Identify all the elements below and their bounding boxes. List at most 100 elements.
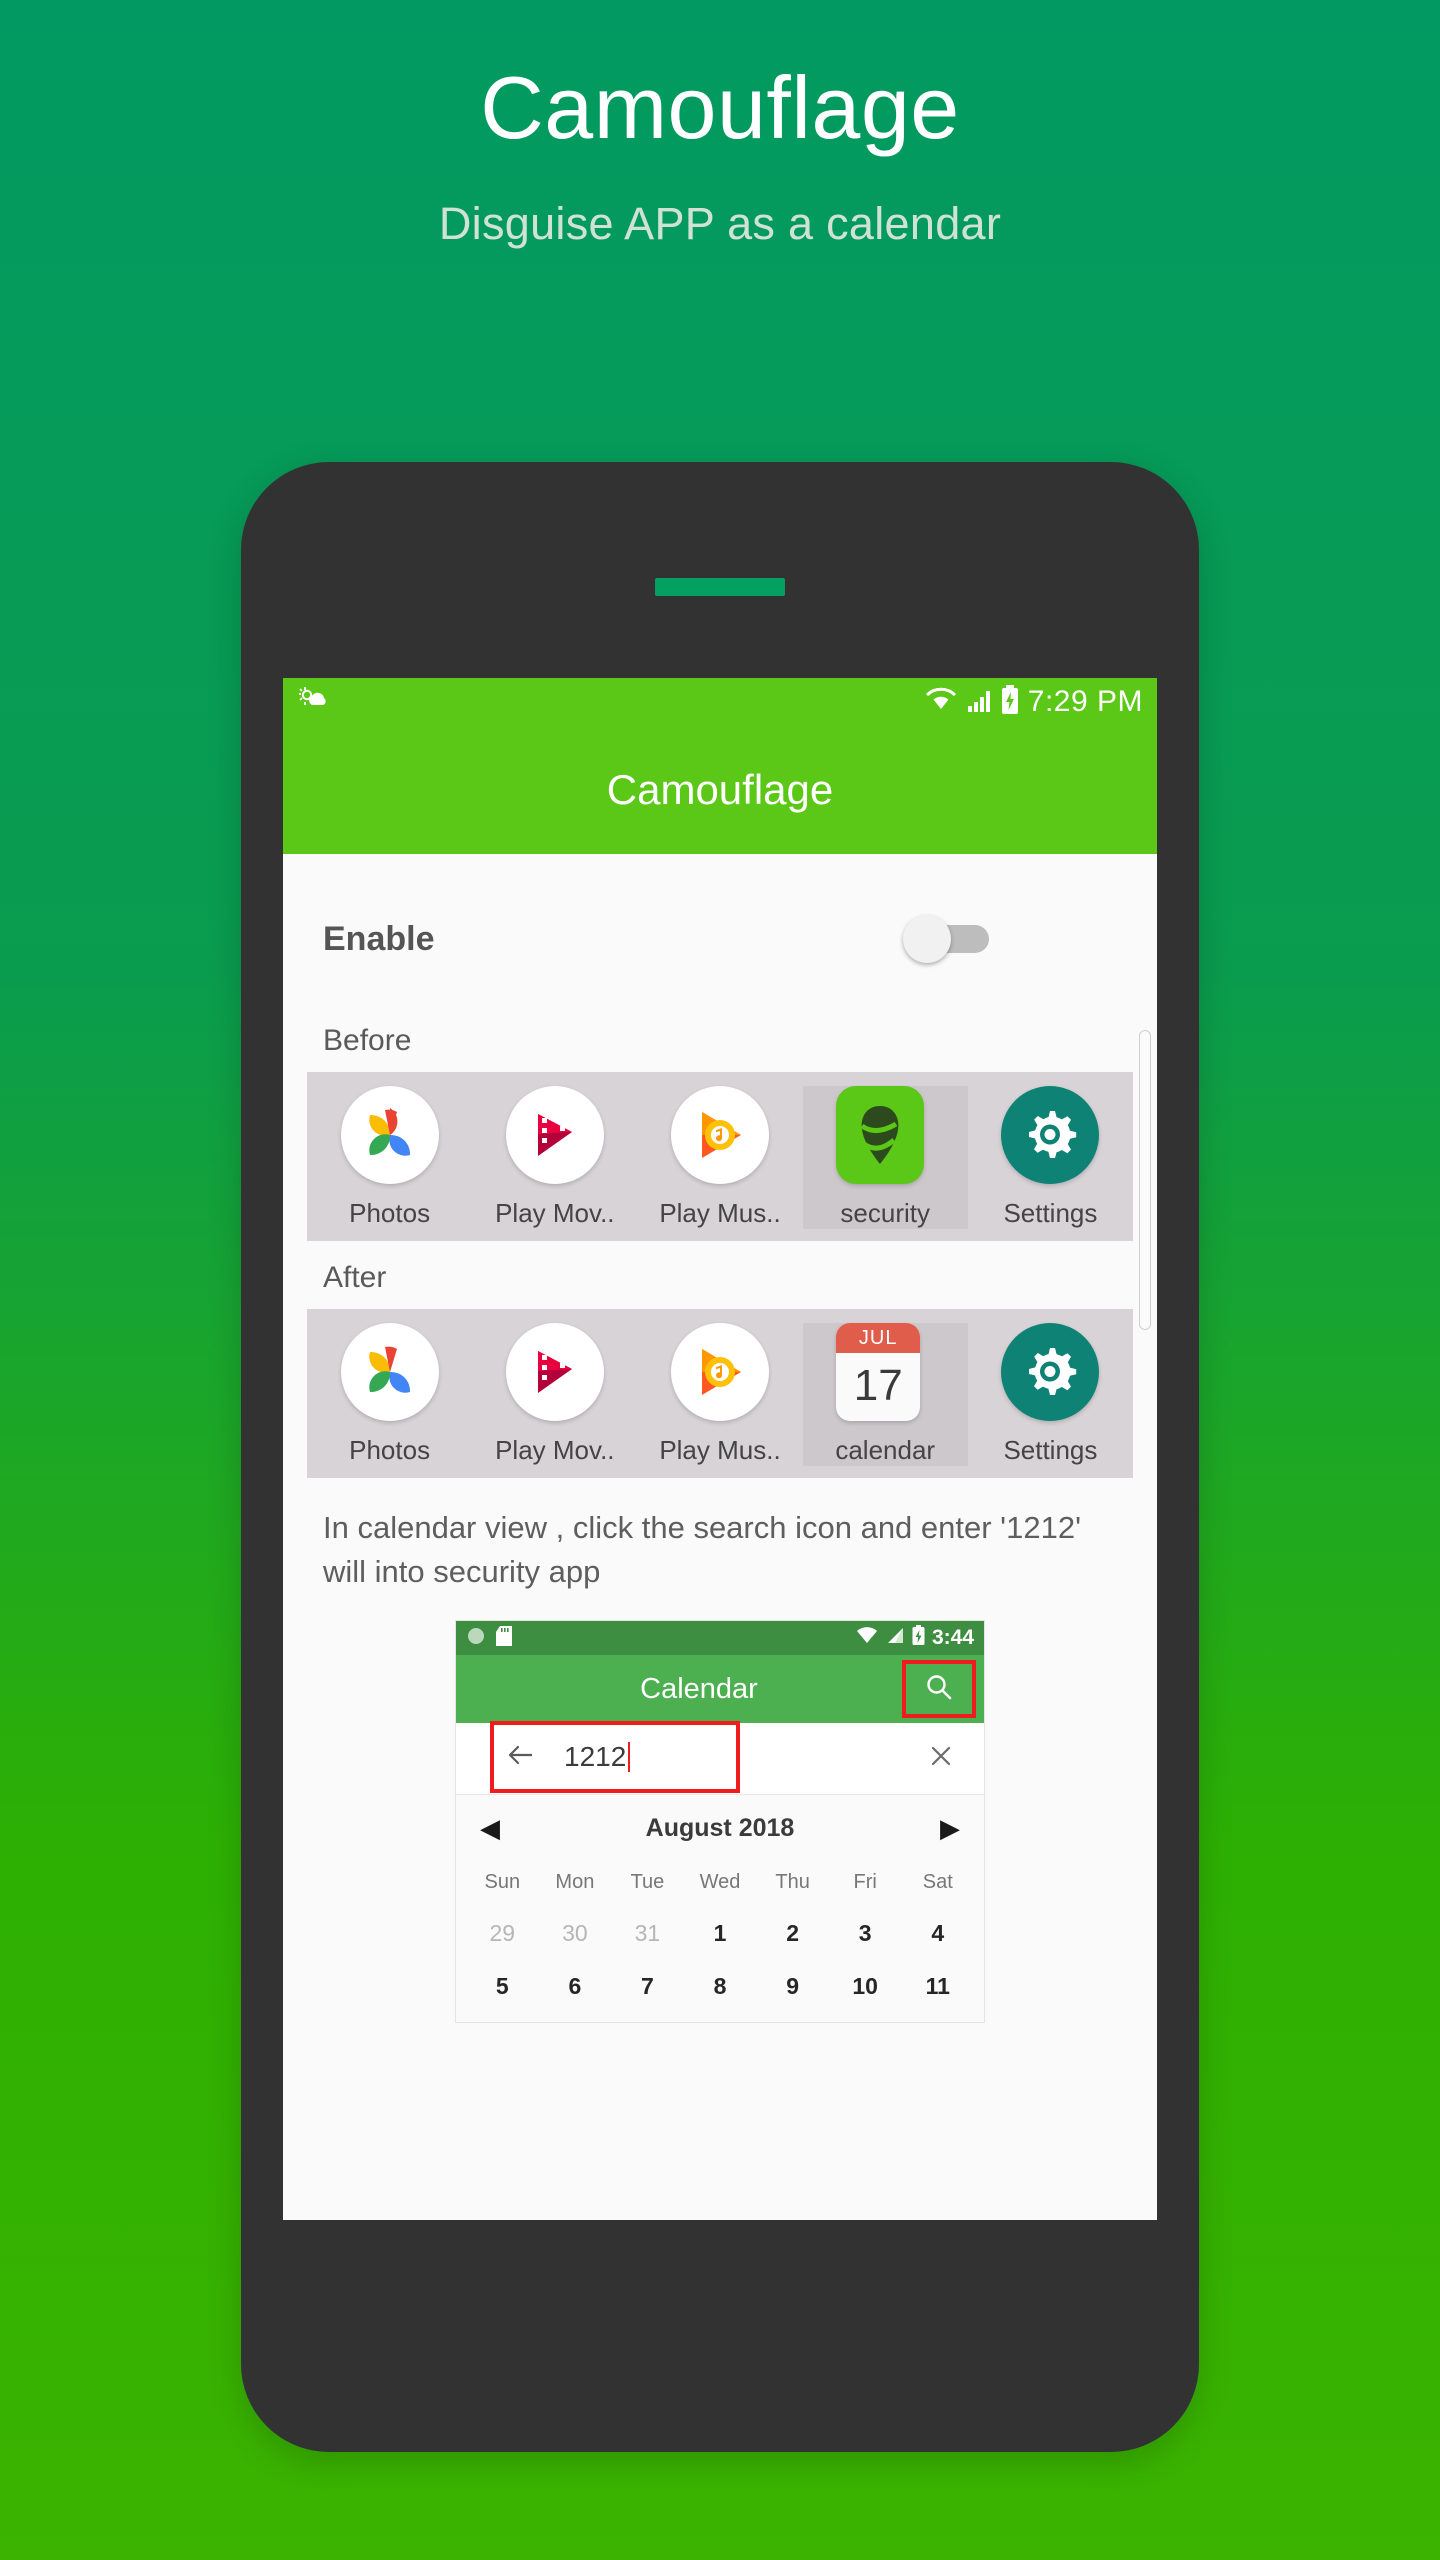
security-app-icon [836,1086,934,1184]
cellular-signal-icon [886,1626,905,1650]
app-tile-settings-after[interactable]: Settings [968,1323,1133,1466]
calendar-week-row: 29 30 31 1 2 3 4 [456,1920,984,1947]
status-bar-time: 7:29 PM [1027,685,1143,718]
app-tile-calendar-after[interactable]: JUL 17 calendar [802,1323,968,1466]
app-tile-label: Play Mov.. [495,1435,615,1465]
circle-indicator-icon [466,1626,486,1651]
month-navigation: ◀ August 2018 ▶ [456,1795,984,1861]
weekday-label: Tue [630,1871,665,1894]
calendar-day-cell[interactable]: 6 [539,1973,612,2000]
weekday-label: Sun [484,1871,521,1894]
android-status-bar: 7:29 PM [283,678,1157,726]
cellular-signal-icon [966,687,992,718]
enable-row[interactable]: Enable [283,854,1157,1024]
app-tile-label: security [840,1198,930,1228]
calendar-day-cell[interactable]: 4 [901,1920,974,1947]
app-bar: Camouflage [283,726,1157,854]
hero-banner: Camouflage Disguise APP as a calendar [0,0,1440,250]
app-tile-play-music-after[interactable]: Play Mus.. [637,1323,802,1466]
wifi-off-icon [855,1626,879,1650]
calendar-day-cell[interactable]: 5 [466,1973,539,2000]
calendar-day-cell[interactable]: 7 [611,1973,684,2000]
app-tile-label: Photos [349,1435,431,1465]
toggle-thumb [903,915,951,963]
month-title: August 2018 [645,1813,795,1842]
calendar-day-cell[interactable]: 3 [829,1920,902,1947]
weekday-label: Mon [555,1871,595,1894]
calendar-day-cell[interactable]: 11 [901,1973,974,2000]
calendar-month-label: JUL [836,1323,921,1353]
triangle-right-icon[interactable]: ▶ [940,1815,960,1841]
scrollbar[interactable] [1139,1030,1151,1330]
app-tile-label: calendar [835,1435,936,1465]
calendar-day-cell[interactable]: 10 [829,1973,902,2000]
calendar-day-label: 17 [853,1361,903,1410]
app-content: Enable Before Photos Play Mov.. Play Mus… [283,854,1157,2220]
settings-gear-icon [1001,1086,1100,1184]
sd-card-icon [496,1625,512,1651]
battery-charging-icon [1001,684,1019,720]
calendar-day-cell[interactable]: 29 [466,1920,539,1947]
page-subtitle: Disguise APP as a calendar [438,198,1002,250]
close-icon[interactable] [928,1743,954,1774]
calendar-day-cell[interactable]: 30 [539,1920,612,1947]
enable-label: Enable [323,919,435,958]
google-play-movies-icon [505,1086,604,1184]
search-icon-highlight[interactable] [902,1660,976,1719]
app-tile-security-before[interactable]: security [802,1086,968,1229]
weekday-label: Fri [853,1871,877,1894]
app-tile-photos-after[interactable]: Photos [307,1323,472,1466]
inner-search-row: 1212 [456,1721,984,1796]
app-tile-label: Play Mov.. [495,1198,615,1228]
app-tile-play-movies-after[interactable]: Play Mov.. [472,1323,637,1466]
phone-screen: 7:29 PM Camouflage Enable Before Photos … [283,678,1157,2220]
page-title: Camouflage [480,58,960,157]
search-input[interactable]: 1212 [564,1741,626,1773]
app-tile-label: Settings [1003,1198,1098,1228]
before-icon-strip: Photos Play Mov.. Play Mus.. security Se… [307,1072,1133,1241]
phone-mockup: 7:29 PM Camouflage Enable Before Photos … [241,462,1199,2452]
calendar-day-cell[interactable]: 31 [611,1920,684,1947]
app-tile-label: Settings [1003,1435,1098,1465]
weekday-label: Thu [775,1871,810,1894]
app-tile-settings-before[interactable]: Settings [968,1086,1133,1229]
google-play-movies-icon [505,1323,604,1421]
text-caret [628,1742,631,1773]
before-section-label: Before [323,1024,412,1057]
phone-speaker [655,578,785,596]
google-play-music-icon [671,1086,769,1184]
app-tile-label: Play Mus.. [659,1198,781,1228]
inner-status-time: 3:44 [931,1626,974,1650]
app-tile-play-movies-before[interactable]: Play Mov.. [472,1086,637,1229]
google-photos-icon [340,1323,439,1421]
weekday-label: Wed [699,1871,741,1894]
calendar-day-cell[interactable]: 1 [684,1920,757,1947]
inner-status-bar: 3:44 [456,1621,984,1656]
app-tile-play-music-before[interactable]: Play Mus.. [637,1086,802,1229]
app-tile-photos-before[interactable]: Photos [307,1086,472,1229]
calendar-day-cell[interactable]: 9 [756,1973,829,2000]
arrow-left-icon[interactable] [506,1742,536,1773]
inner-app-bar-title: Calendar [640,1672,758,1705]
weather-sun-cloud-icon [298,685,329,720]
google-photos-icon [340,1086,439,1184]
calendar-day-cell[interactable]: 2 [756,1920,829,1947]
triangle-left-icon[interactable]: ◀ [480,1815,500,1841]
calendar-icon: JUL 17 [836,1323,934,1421]
inner-app-bar: Calendar [456,1655,984,1724]
enable-toggle[interactable] [903,915,989,963]
app-bar-title: Camouflage [606,766,834,813]
app-tile-label: Photos [349,1198,431,1228]
calendar-day-cell[interactable]: 8 [684,1973,757,2000]
search-icon[interactable] [924,1672,954,1707]
calendar-screenshot: 3:44 Calendar 1212 ◀ August 2018 ▶ Sun M… [455,1620,985,2024]
instruction-note: In calendar view , click the search icon… [323,1510,1081,1590]
battery-charging-icon [912,1625,925,1651]
search-field-highlight[interactable]: 1212 [490,1721,740,1794]
after-section-label: After [323,1261,387,1294]
google-play-music-icon [671,1323,769,1421]
calendar-week-row: 5 6 7 8 9 10 11 [456,1973,984,2022]
weekday-header-row: Sun Mon Tue Wed Thu Fri Sat [456,1871,984,1894]
settings-gear-icon [1001,1323,1100,1421]
wifi-icon [925,687,957,718]
